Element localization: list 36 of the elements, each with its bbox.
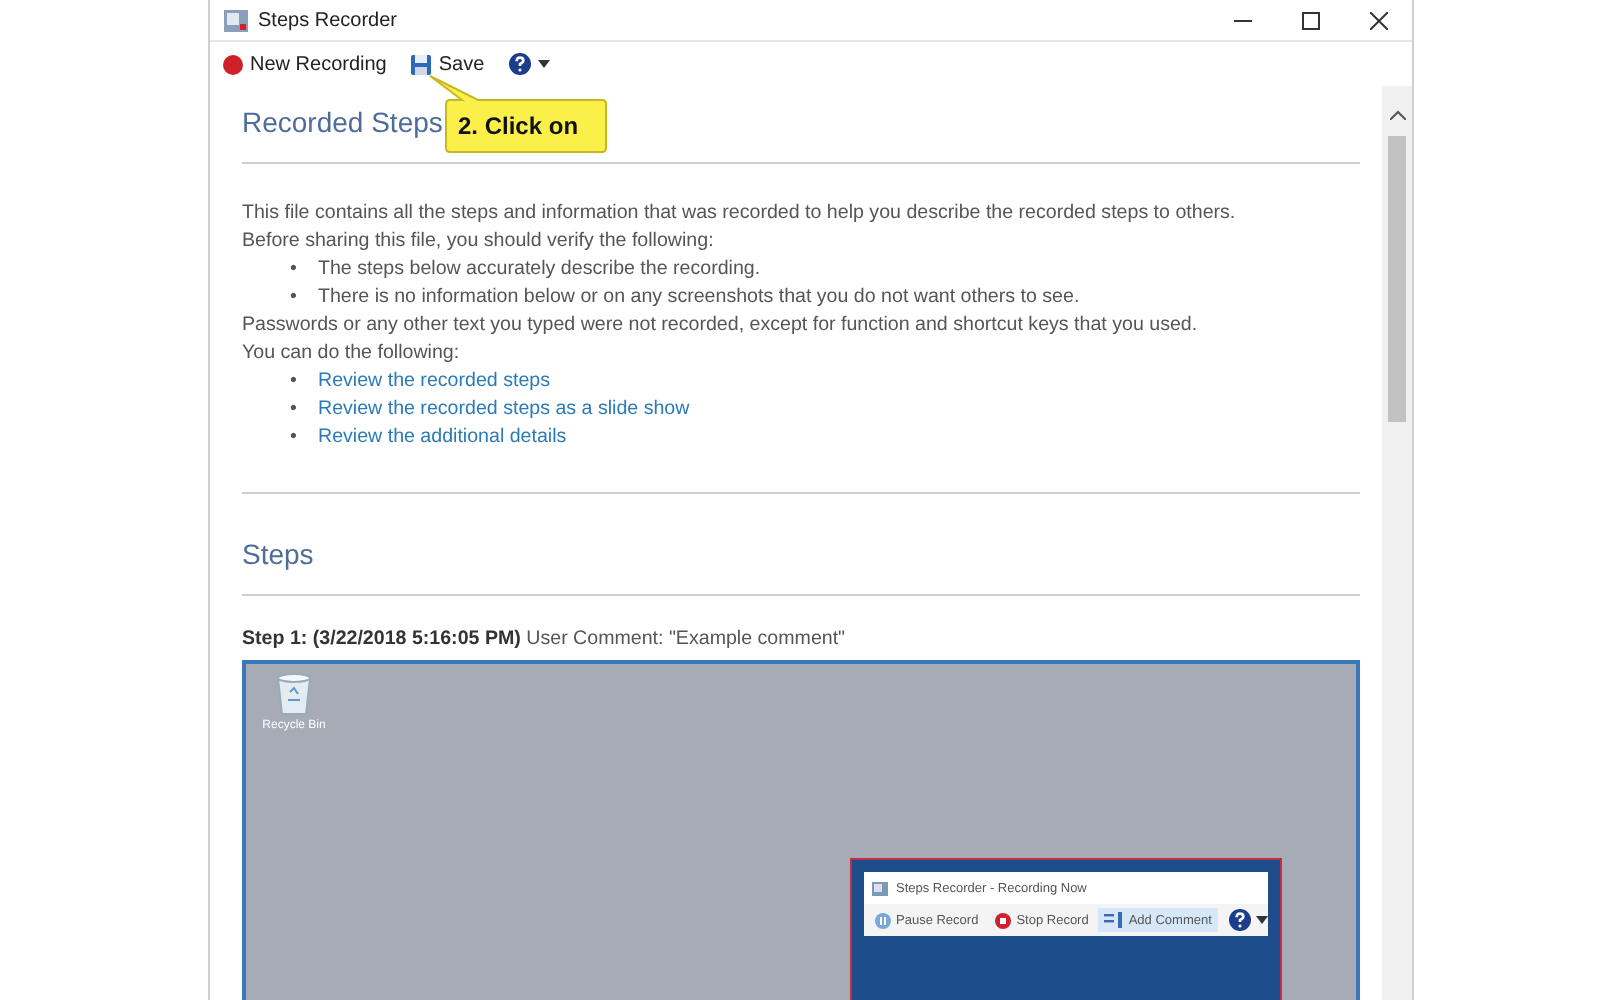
scroll-up-icon	[1389, 110, 1405, 120]
section-heading: Steps	[242, 538, 314, 570]
save-button[interactable]: Save	[404, 49, 491, 79]
review-link[interactable]: Review the recorded steps as a slide show	[318, 396, 690, 424]
review-link[interactable]: Review the additional details	[318, 424, 567, 452]
help-icon	[508, 52, 533, 76]
scroll-thumb[interactable]	[1388, 136, 1406, 422]
window-title: Steps Recorder	[258, 9, 397, 31]
maximize-icon	[1301, 11, 1319, 29]
info-text: You can do the following:	[242, 340, 462, 368]
recycle-bin-icon	[274, 672, 314, 716]
bullet-marker: •	[290, 424, 299, 452]
bullet-marker: •	[290, 368, 299, 396]
pause-icon	[874, 911, 892, 929]
bullet-marker: •	[290, 256, 299, 284]
info-text: Before sharing this file, you should verify the following:	[242, 228, 716, 256]
minimize-icon	[1233, 19, 1251, 21]
bullet-marker: •	[290, 396, 299, 424]
user-comment: User Comment: "Example comment"	[526, 628, 846, 650]
stop-icon	[994, 911, 1013, 929]
new-recording-button[interactable]: New Recording	[216, 49, 393, 79]
info-text: This file contains all the steps and information that was recorded to help you describe the recorded steps to others.	[242, 200, 1238, 228]
app-icon	[224, 9, 248, 31]
info-text: Passwords or any other text you typed were not recorded, except for function and shortcut keys that you used.	[242, 312, 1200, 340]
record-icon	[222, 53, 244, 75]
app-icon	[872, 881, 888, 895]
section-heading: Recorded Steps	[242, 106, 443, 138]
caret-icon	[1255, 916, 1268, 924]
step-title: Step 1: (3/22/2018 5:16:05 PM)	[242, 628, 521, 650]
comment-icon	[1104, 912, 1125, 928]
bullet-text: There is no information below or on any screenshots that you do not want others to see.	[318, 284, 1080, 312]
bullet-text: The steps below accurately describe the recording.	[318, 256, 761, 284]
review-link[interactable]: Review the recorded steps	[318, 368, 550, 396]
caret-icon	[538, 60, 551, 68]
bullet-marker: •	[290, 284, 299, 312]
close-icon	[1369, 11, 1387, 29]
